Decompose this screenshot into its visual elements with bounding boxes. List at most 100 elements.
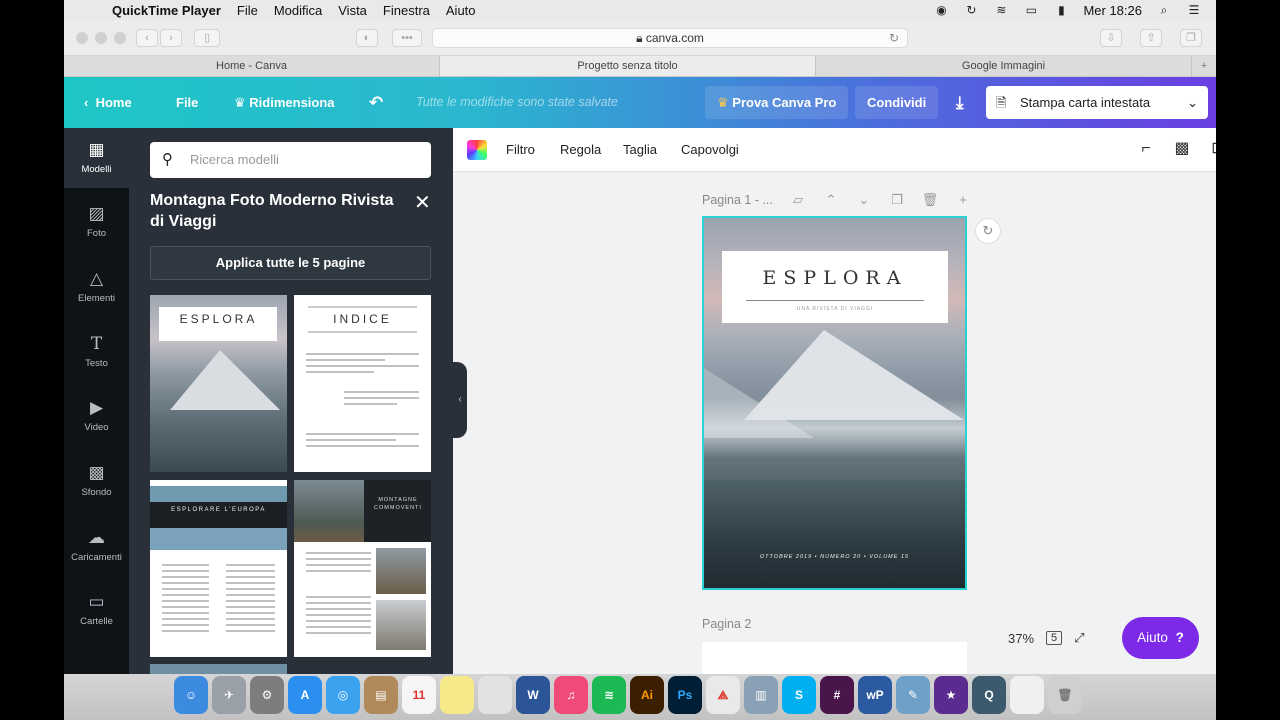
note-icon[interactable]: ▱: [789, 192, 807, 208]
chevron-down-icon[interactable]: ⌄: [855, 192, 873, 208]
print-letterhead-button[interactable]: 🗎︎ Stampa carta intestata ⌄: [986, 86, 1208, 119]
privacy-report-button[interactable]: ◐: [356, 29, 378, 47]
acrobat-icon[interactable]: ⟁: [706, 676, 740, 714]
cover-title-box[interactable]: ESPLORA UNA RIVISTA DI VIAGGI: [722, 251, 948, 323]
app-store-icon[interactable]: A: [288, 676, 322, 714]
new-tab-button[interactable]: +: [1192, 56, 1216, 76]
file-menu-button[interactable]: File: [176, 77, 198, 128]
rail-item-photos[interactable]: ▨ Foto: [64, 192, 129, 252]
help-button[interactable]: Aiuto ?: [1122, 617, 1199, 659]
airplay-icon[interactable]: ▭: [1023, 3, 1039, 17]
trash-icon[interactable]: 🗑︎: [1048, 676, 1082, 714]
extensions-button[interactable]: •••: [392, 29, 422, 47]
cover-title[interactable]: ESPLORA: [722, 267, 948, 289]
safari-icon[interactable]: ◎: [326, 676, 360, 714]
fullscreen-icon[interactable]: ⤢: [1074, 630, 1084, 646]
menu-finestra[interactable]: Finestra: [383, 3, 430, 18]
share-browser-button[interactable]: ⇧: [1140, 29, 1162, 47]
template-page-thumb-1[interactable]: ESPLORA: [150, 295, 287, 472]
chevron-up-icon[interactable]: ⌃: [822, 192, 840, 208]
spotify-icon[interactable]: ≋: [592, 676, 626, 714]
rail-item-folders[interactable]: ▭ Cartelle: [64, 580, 129, 640]
reload-icon[interactable]: ↻: [889, 29, 899, 47]
rail-item-elements[interactable]: △ Elementi: [64, 257, 129, 317]
menu-vista[interactable]: Vista: [338, 3, 367, 18]
rotate-icon[interactable]: ↻: [975, 218, 1001, 244]
back-button[interactable]: ‹: [136, 29, 158, 47]
template-search-input[interactable]: ⚲ Ricerca modelli: [150, 142, 431, 178]
try-pro-button[interactable]: ♛ Prova Canva Pro: [705, 86, 849, 119]
forward-button[interactable]: ›: [160, 29, 182, 47]
color-picker-button[interactable]: [467, 140, 487, 160]
illustrator-icon[interactable]: Ai: [630, 676, 664, 714]
tab-home-canva[interactable]: Home - Canva: [64, 56, 440, 76]
finder-icon[interactable]: ☺: [174, 676, 208, 714]
rail-item-video[interactable]: ▶ Video: [64, 386, 129, 446]
photos-icon[interactable]: [478, 676, 512, 714]
add-page-icon[interactable]: +: [954, 192, 972, 208]
address-bar[interactable]: 🔒︎ canva.com ↻: [432, 28, 908, 48]
resize-button[interactable]: ♛ Ridimensiona: [234, 77, 335, 128]
preview-icon[interactable]: ▥: [744, 676, 778, 714]
delete-page-icon[interactable]: 🗑︎: [921, 192, 939, 208]
imovie-icon[interactable]: ★: [934, 676, 968, 714]
duplicate-page-icon[interactable]: ❐: [888, 192, 906, 208]
word-icon[interactable]: W: [516, 676, 550, 714]
downloads-button[interactable]: ⇩: [1100, 29, 1122, 47]
rail-item-templates[interactable]: ▦ Modelli: [64, 128, 129, 188]
close-window-button[interactable]: [76, 32, 88, 44]
contacts-icon[interactable]: ▤: [364, 676, 398, 714]
rail-item-background[interactable]: ▩ Sfondo: [64, 451, 129, 511]
flip-button[interactable]: Capovolgi: [681, 128, 739, 171]
download-button[interactable]: ⤓: [944, 86, 976, 119]
record-icon[interactable]: ◉: [933, 3, 949, 17]
transparency-icon[interactable]: ▩: [1171, 138, 1193, 160]
skype-icon[interactable]: S: [782, 676, 816, 714]
template-page-thumb-2[interactable]: INDICE: [294, 295, 431, 472]
undo-button[interactable]: ↶: [369, 77, 383, 128]
collapse-panel-button[interactable]: ‹: [453, 362, 467, 438]
close-icon[interactable]: ✕: [414, 190, 431, 215]
template-page-thumb-3[interactable]: ESPLORARE L'EUROPA: [150, 480, 287, 657]
launchpad-icon[interactable]: ✈: [212, 676, 246, 714]
apply-all-pages-button[interactable]: Applica tutte le 5 pagine: [150, 246, 431, 280]
tab-google-images[interactable]: Google Immagini: [816, 56, 1192, 76]
design-page-1[interactable]: ESPLORA UNA RIVISTA DI VIAGGI OTTOBRE 20…: [702, 216, 967, 590]
time-machine-icon[interactable]: ↻: [963, 3, 979, 17]
document-icon[interactable]: [1010, 676, 1044, 714]
page-1-label[interactable]: Pagina 1 - ...: [702, 193, 773, 207]
app-name-menu[interactable]: QuickTime Player: [112, 3, 221, 18]
zoom-window-button[interactable]: [114, 32, 126, 44]
lock-icon[interactable]: ⊡: [1207, 138, 1216, 160]
clock[interactable]: Mer 18:26: [1083, 3, 1142, 18]
cover-subtitle[interactable]: UNA RIVISTA DI VIAGGI: [722, 306, 948, 312]
photoshop-icon[interactable]: Ps: [668, 676, 702, 714]
cover-footer[interactable]: OTTOBRE 2019 • NUMERO 20 • VOLUME 15: [704, 554, 965, 560]
notification-center-icon[interactable]: ☰: [1186, 3, 1202, 17]
page-count-badge[interactable]: 5: [1046, 631, 1063, 645]
zoom-level[interactable]: 37%: [1008, 631, 1034, 646]
tab-overview-button[interactable]: ❐: [1180, 29, 1202, 47]
rail-item-uploads[interactable]: ☁ Caricamenti: [64, 516, 129, 576]
spotlight-icon[interactable]: ⌕: [1156, 3, 1172, 17]
system-preferences-icon[interactable]: ⚙: [250, 676, 284, 714]
itunes-icon[interactable]: ♫: [554, 676, 588, 714]
calendar-icon[interactable]: 11: [402, 676, 436, 714]
slack-icon[interactable]: #: [820, 676, 854, 714]
adjust-button[interactable]: Regola: [560, 128, 601, 171]
notes-icon[interactable]: [440, 676, 474, 714]
page-2-label[interactable]: Pagina 2: [702, 617, 751, 631]
share-button[interactable]: Condividi: [855, 86, 939, 119]
chevron-down-icon[interactable]: ⌄: [1187, 86, 1198, 119]
wifi-icon[interactable]: ≋: [993, 3, 1009, 17]
crop-button[interactable]: Taglia: [623, 128, 657, 171]
wordpress-icon[interactable]: wP: [858, 676, 892, 714]
design-page-2[interactable]: [702, 642, 967, 674]
template-page-thumb-4[interactable]: MONTAGNE COMMOVENTI: [294, 480, 431, 657]
home-button[interactable]: ‹ Home: [84, 77, 132, 128]
image-capture-icon[interactable]: ✎: [896, 676, 930, 714]
sidebar-button[interactable]: ▯: [194, 29, 220, 47]
template-page-thumb-5[interactable]: [150, 664, 287, 674]
tab-project[interactable]: Progetto senza titolo: [440, 56, 816, 76]
menu-file[interactable]: File: [237, 3, 258, 18]
